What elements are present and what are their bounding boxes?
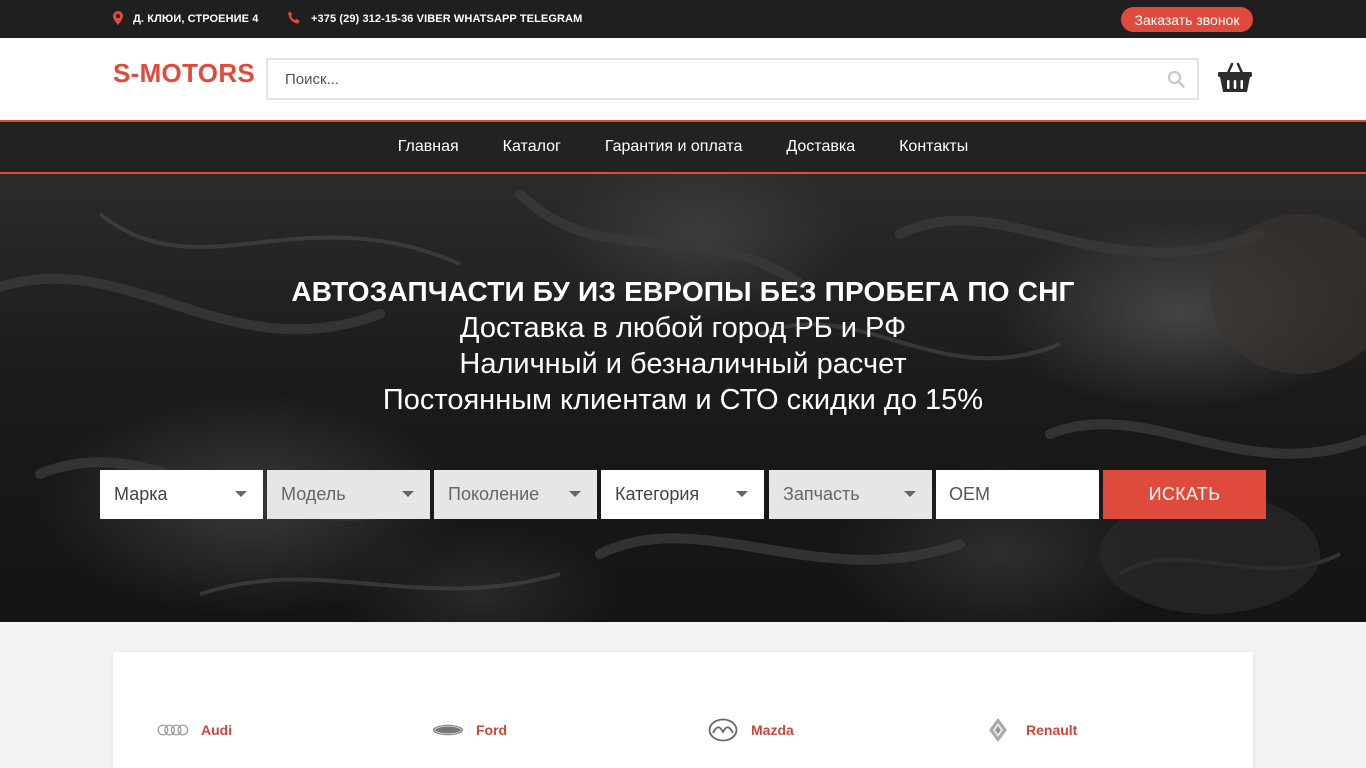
brand-name: Audi bbox=[201, 722, 233, 738]
header: S-MOTORS bbox=[0, 38, 1366, 120]
model-select[interactable]: Модель bbox=[267, 470, 430, 519]
chevron-down-icon bbox=[235, 491, 247, 497]
chevron-down-icon bbox=[402, 491, 414, 497]
mazda-logo-icon bbox=[707, 716, 739, 744]
search-input[interactable] bbox=[268, 60, 1148, 98]
make-select[interactable]: Марка bbox=[100, 470, 263, 519]
category-select[interactable]: Категория bbox=[601, 470, 764, 519]
address-text: Д. КЛЮИ, СТРОЕНИЕ 4 bbox=[133, 13, 259, 25]
generation-select-label: Поколение bbox=[448, 484, 540, 504]
oem-input[interactable] bbox=[936, 470, 1099, 519]
top-bar: Д. КЛЮИ, СТРОЕНИЕ 4 +375 (29) 312-15-36 … bbox=[0, 0, 1366, 38]
brand-item-renault[interactable]: Renault bbox=[982, 716, 1077, 744]
nav-item-delivery[interactable]: Доставка bbox=[764, 122, 877, 172]
search-parts-button[interactable]: ИСКАТЬ bbox=[1103, 470, 1266, 519]
nav-item-warranty[interactable]: Гарантия и оплата bbox=[583, 122, 765, 172]
model-select-label: Модель bbox=[281, 484, 346, 504]
map-pin-icon bbox=[113, 10, 133, 28]
chevron-down-icon bbox=[904, 491, 916, 497]
chevron-down-icon bbox=[569, 491, 581, 497]
make-select-label: Марка bbox=[114, 484, 168, 504]
site-logo[interactable]: S-MOTORS bbox=[113, 58, 255, 89]
callback-button[interactable]: Заказать звонок bbox=[1121, 7, 1253, 32]
renault-logo-icon bbox=[982, 716, 1014, 744]
ford-logo-icon bbox=[432, 716, 464, 744]
brand-item-ford[interactable]: Ford bbox=[432, 716, 507, 744]
parts-filter-form: Марка Модель Поколение Категория Запчаст… bbox=[100, 470, 1266, 519]
brand-item-audi[interactable]: Audi bbox=[157, 716, 232, 744]
hero-line-discount: Постоянным клиентам и СТО скидки до 15% bbox=[382, 384, 984, 416]
hero-line-delivery: Доставка в любой город РБ и РФ bbox=[459, 312, 907, 344]
chevron-down-icon bbox=[736, 491, 748, 497]
brand-name: Ford bbox=[476, 722, 508, 738]
part-select[interactable]: Запчасть bbox=[769, 470, 932, 519]
hero-title: АВТОЗАПЧАСТИ БУ ИЗ ЕВРОПЫ БЕЗ ПРОБЕГА ПО… bbox=[291, 276, 1075, 307]
brand-name: Renault bbox=[1026, 722, 1078, 738]
brand-name: Mazda bbox=[751, 722, 794, 738]
category-select-label: Категория bbox=[615, 484, 700, 504]
search-icon[interactable] bbox=[1167, 70, 1185, 93]
hero-banner: АВТОЗАПЧАСТИ БУ ИЗ ЕВРОПЫ БЕЗ ПРОБЕГА ПО… bbox=[0, 174, 1366, 622]
nav-item-home[interactable]: Главная bbox=[376, 122, 481, 172]
nav-item-catalog[interactable]: Каталог bbox=[481, 122, 583, 172]
phone-icon bbox=[287, 11, 311, 28]
basket-icon[interactable] bbox=[1217, 62, 1253, 99]
address-info: Д. КЛЮИ, СТРОЕНИЕ 4 bbox=[113, 0, 258, 38]
part-select-label: Запчасть bbox=[783, 484, 860, 504]
phone-info[interactable]: +375 (29) 312-15-36 VIBER WHATSAPP TELEG… bbox=[287, 0, 582, 38]
hero-text: АВТОЗАПЧАСТИ БУ ИЗ ЕВРОПЫ БЕЗ ПРОБЕГА ПО… bbox=[0, 274, 1366, 418]
brands-list: Audi Ford Mazda Renault bbox=[113, 652, 1253, 768]
search-box bbox=[266, 58, 1199, 100]
nav-item-contacts[interactable]: Контакты bbox=[877, 122, 990, 172]
hero-line-payment: Наличный и безналичный расчет bbox=[459, 348, 907, 380]
main-nav: Главная Каталог Гарантия и оплата Достав… bbox=[0, 120, 1366, 174]
audi-logo-icon bbox=[157, 716, 189, 744]
phone-text[interactable]: +375 (29) 312-15-36 VIBER WHATSAPP TELEG… bbox=[311, 13, 582, 25]
brand-item-mazda[interactable]: Mazda bbox=[707, 716, 794, 744]
generation-select[interactable]: Поколение bbox=[434, 470, 597, 519]
